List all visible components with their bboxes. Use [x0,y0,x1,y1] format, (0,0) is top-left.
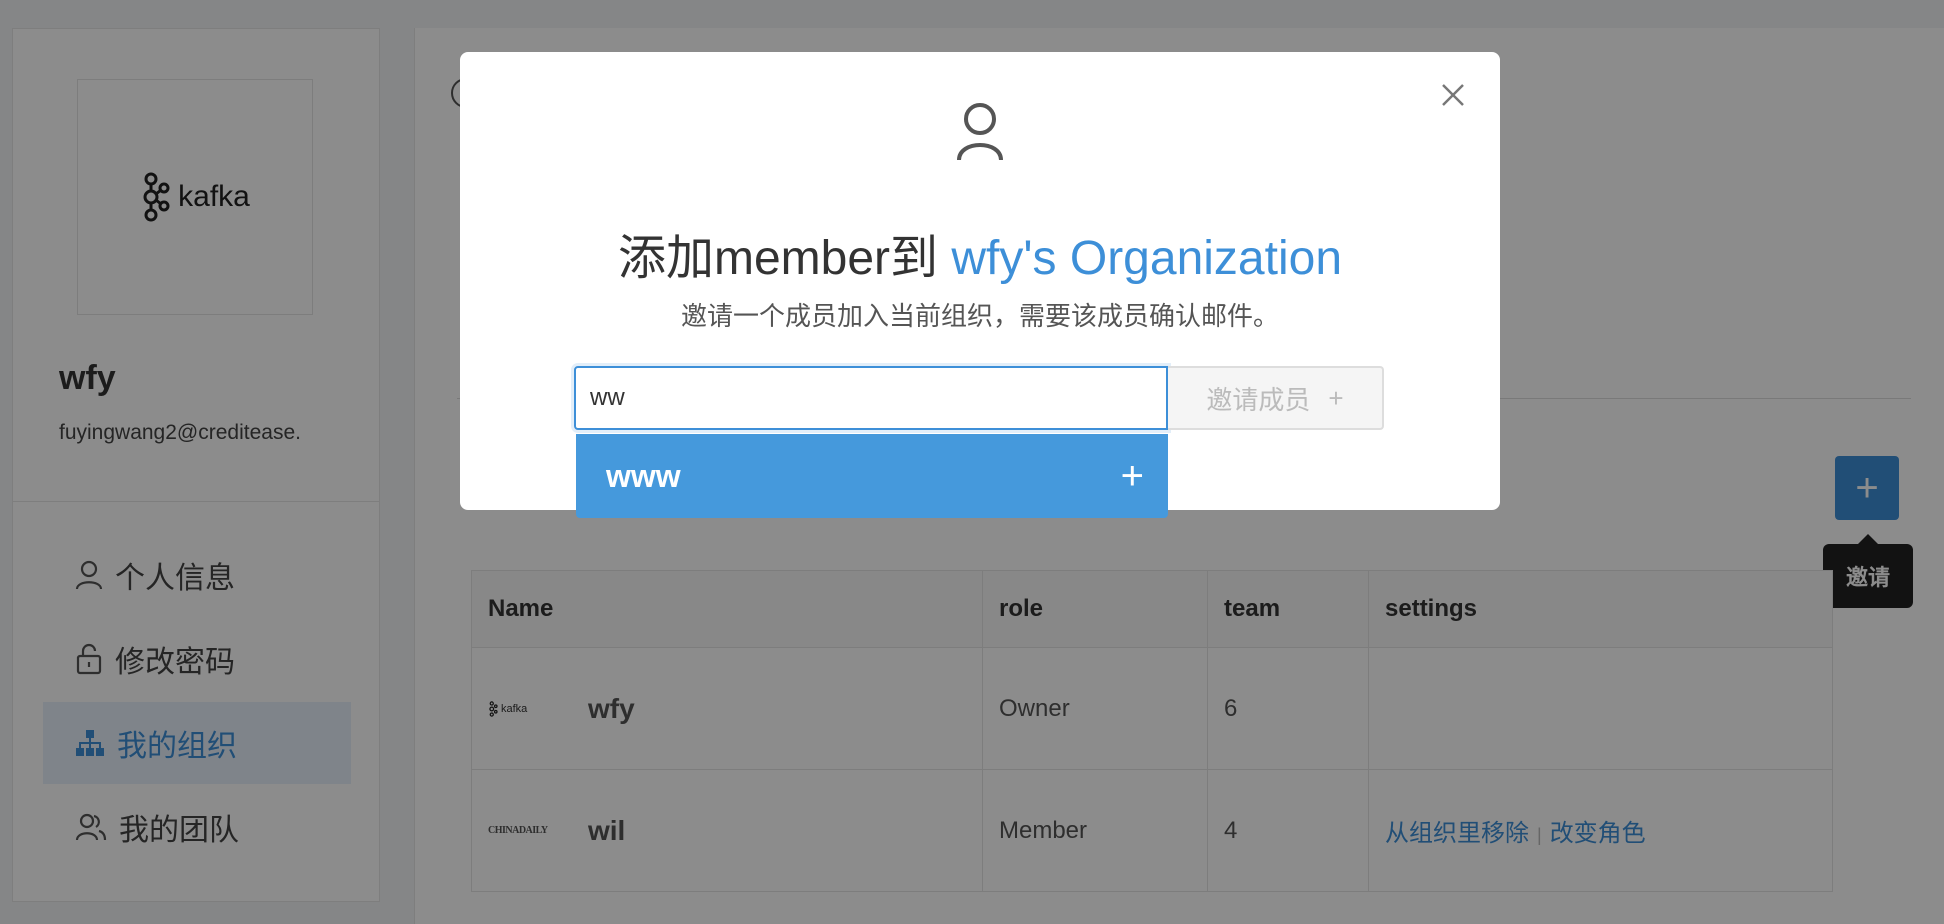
title-prefix: 添加member到 [617,232,952,285]
suggestion-option[interactable]: www + [576,434,1168,518]
invite-member-button[interactable]: 邀请成员 + [1168,366,1384,430]
plus-icon: + [1120,453,1144,498]
invite-member-input[interactable] [574,366,1168,430]
plus-icon: + [1328,382,1344,413]
modal-subtitle: 邀请一个成员加入当前组织，需要该成员确认邮件。 [680,301,1279,331]
org-name: wfy's Organization [951,232,1343,285]
close-icon[interactable] [1438,80,1468,110]
suggestion-label: www [606,457,681,494]
invite-button-label: 邀请成员 [1206,384,1311,415]
user-icon [957,103,1003,161]
modal-title: 添加member到 wfy's Organization [460,218,1500,288]
